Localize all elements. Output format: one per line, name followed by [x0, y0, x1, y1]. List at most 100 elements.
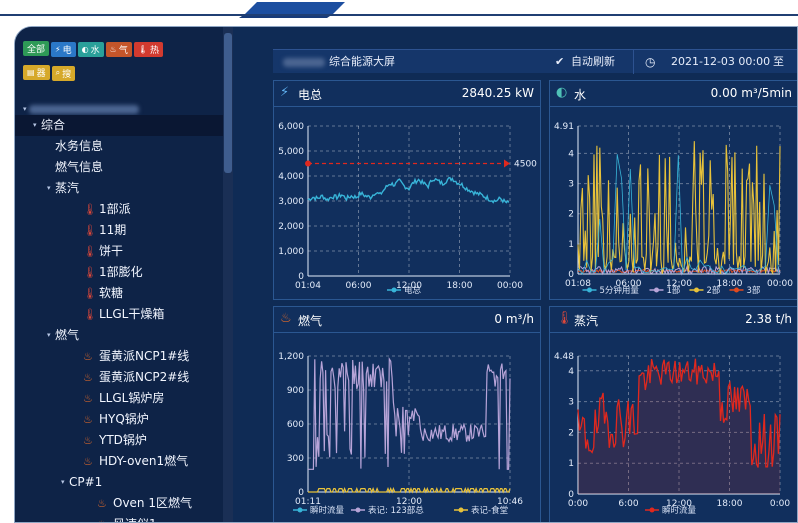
water-chart: 012344.9101:08 06:00 12:00 18:00 00:005分钟用量 1…: [554, 122, 793, 296]
filter-tag[interactable]: ♨ 气: [105, 42, 132, 57]
bolt-icon: ⚡: [55, 45, 61, 54]
x-tick-label: 06:00: [346, 281, 372, 291]
filter-tag[interactable]: ◐ 水: [77, 42, 104, 57]
legend-marker: [734, 287, 739, 293]
checkbox-icon[interactable]: ✔: [555, 50, 564, 74]
thermometer-icon: 🌡: [137, 45, 148, 54]
filter-tag[interactable]: ⌕ 搜: [51, 65, 76, 81]
filter-tag-label: 电: [62, 46, 72, 56]
tree: ▾ 综合 水务信息 燃气信息 ▾ 蒸汽 🌡 1部派 🌡 11期 🌡 饼干 🌡 1部膨化 🌡 软糖 🌡 LLGL干燥…: [15, 115, 223, 522]
filter-tag[interactable]: 🌡 热: [133, 42, 164, 57]
sidebar-scrollbar[interactable]: [223, 27, 233, 522]
flame-icon: ♨: [109, 45, 117, 54]
tree-item-label: LLGL干燥箱: [99, 307, 165, 321]
tree-item[interactable]: 🌡 1部派: [15, 199, 223, 220]
y-tick-label: 4.48: [554, 352, 574, 362]
y-tick-label: 1: [568, 459, 574, 469]
tree-item[interactable]: 🌡 饼干: [15, 241, 223, 262]
y-tick-label: 4: [568, 149, 574, 159]
tree-item-label: 蛋黄派NCP1#线: [99, 349, 190, 363]
legend-label: 表记: 123部总: [368, 505, 424, 516]
flame-icon: ♨: [83, 413, 93, 426]
legend-label: 表记-食堂: [471, 505, 508, 516]
legend-marker: [649, 507, 655, 513]
caret-down-icon[interactable]: ▾: [61, 472, 65, 493]
tree-item[interactable]: ▾ CP#1: [15, 472, 223, 493]
dashboard-window: 全部 ⚡ 电 ◐ 水 ♨ 气 🌡 热 ▤ 器 ⌕ 搜 ▾ ▾ 综合 水务信息 燃气信息 ▾ 蒸汽 🌡 1部派 🌡 11期 🌡…: [14, 26, 798, 523]
tree-item[interactable]: ♨ Oven 1区燃气: [15, 493, 223, 514]
series-line-power: [307, 176, 510, 204]
filter-tag-label: 全部: [27, 45, 46, 55]
caret-down-icon[interactable]: ▾: [47, 325, 51, 346]
y-tick-label: 2: [568, 428, 574, 438]
tree-item[interactable]: ▾ 燃气: [15, 325, 223, 346]
legend-label: 1部: [667, 285, 681, 296]
scroll-thumb[interactable]: [224, 33, 232, 173]
y-tick-label: 1: [568, 240, 574, 250]
tree-item-label: 软糖: [99, 286, 124, 300]
thermometer-icon: 🌡: [83, 287, 97, 300]
tree-item-label: Oven 1区燃气: [113, 496, 192, 510]
panel-value: 2840.25 kW: [461, 86, 534, 100]
tree-item[interactable]: 🌡 LLGL干燥箱: [15, 304, 223, 325]
x-tick-label: 01:04: [295, 281, 321, 291]
y-tick-label: 4.91: [554, 122, 574, 132]
panel-title: 水: [574, 88, 587, 102]
caret-down-icon[interactable]: ▾: [47, 178, 51, 199]
legend-label: 瞬时流量: [662, 505, 697, 516]
thermometer-icon: 🌡: [83, 224, 97, 237]
flame-icon: ♨: [83, 455, 93, 468]
tree-item[interactable]: 水务信息: [15, 136, 223, 157]
y-tick-label: 2: [568, 210, 574, 220]
sidebar: 全部 ⚡ 电 ◐ 水 ♨ 气 🌡 热 ▤ 器 ⌕ 搜 ▾ ▾ 综合 水务信息 燃气信息 ▾ 蒸汽 🌡 1部派 🌡 11期 🌡…: [15, 27, 223, 522]
tree-item[interactable]: 🌡 11期: [15, 220, 223, 241]
filter-tag[interactable]: ▤ 器: [23, 65, 50, 80]
blurred-company-name: [29, 105, 139, 114]
clock-icon: ◷: [645, 55, 656, 69]
tree-item[interactable]: ♨ HYQ锅炉: [15, 409, 223, 430]
tree-item-label: 1部派: [99, 202, 131, 216]
legend-marker: [391, 287, 397, 293]
dashboard-title: 综合能源大屏: [329, 55, 395, 68]
panel-value: 2.38 t/h: [745, 312, 792, 326]
tree-item[interactable]: 燃气信息: [15, 157, 223, 178]
droplet-icon: ◐: [81, 45, 89, 54]
tree-item[interactable]: ▾ 综合: [15, 115, 223, 136]
panel-value: 0 m³/h: [494, 312, 534, 326]
tree-item-label: HDY-oven1燃气: [99, 454, 189, 468]
tree-item[interactable]: ♨ LLGL锅炉房: [15, 388, 223, 409]
tree-item[interactable]: ♨ 风速仪1: [15, 514, 223, 522]
filter-tag[interactable]: 全部: [23, 41, 50, 56]
filter-tag[interactable]: ⚡ 电: [51, 42, 76, 57]
tree-item[interactable]: ▾ 蒸汽: [15, 178, 223, 199]
tree-item[interactable]: ♨ YTD锅炉: [15, 430, 223, 451]
start-time-input[interactable]: 2021-12-03 00:00: [671, 50, 770, 74]
tree-item[interactable]: ♨ 蛋黄派NCP1#线: [15, 346, 223, 367]
x-tick-label: 18:00: [447, 281, 473, 291]
y-tick-label: 2,000: [278, 222, 304, 232]
caret-down-icon[interactable]: ▾: [33, 115, 37, 136]
filter-tag-label: 气: [118, 46, 128, 56]
legend-marker: [458, 507, 464, 513]
tree-item-label: 综合: [41, 118, 66, 132]
flame-icon: ♨: [97, 497, 107, 510]
panel-gas: ♨ 燃气 0 m³/h 0 300 600 900 1,200 01:11 12:00 10:46…: [273, 306, 541, 522]
y-tick-label: 1,000: [278, 247, 304, 257]
x-tick-label: 00:00: [497, 281, 523, 291]
panel-value: 0.00 m³/5min: [710, 86, 792, 100]
tree-item[interactable]: ♨ HDY-oven1燃气: [15, 451, 223, 472]
tree-item[interactable]: 🌡 1部膨化: [15, 262, 223, 283]
toolbar: 综合能源大屏 ✔ 自动刷新 ◷ 2021-12-03 00:00 至: [273, 49, 797, 74]
tree-item-label: 11期: [99, 223, 127, 237]
flame-icon: ♨: [83, 434, 93, 447]
flame-icon: ♨: [83, 392, 93, 405]
tree-item[interactable]: ♨ 蛋黄派NCP2#线: [15, 367, 223, 388]
threshold-arrow: [504, 159, 510, 168]
tree-item[interactable]: 🌡 软糖: [15, 283, 223, 304]
flame-icon: ♨: [97, 514, 107, 522]
auto-refresh-label[interactable]: 自动刷新: [571, 50, 615, 74]
flame-icon: ♨: [83, 371, 93, 384]
legend-label: 电总: [404, 285, 422, 296]
steam-chart: 012344.480:00 6:00 12:00 18:00 0:00瞬时流量: [554, 352, 790, 516]
tree-item-label: YTD锅炉: [99, 433, 147, 447]
